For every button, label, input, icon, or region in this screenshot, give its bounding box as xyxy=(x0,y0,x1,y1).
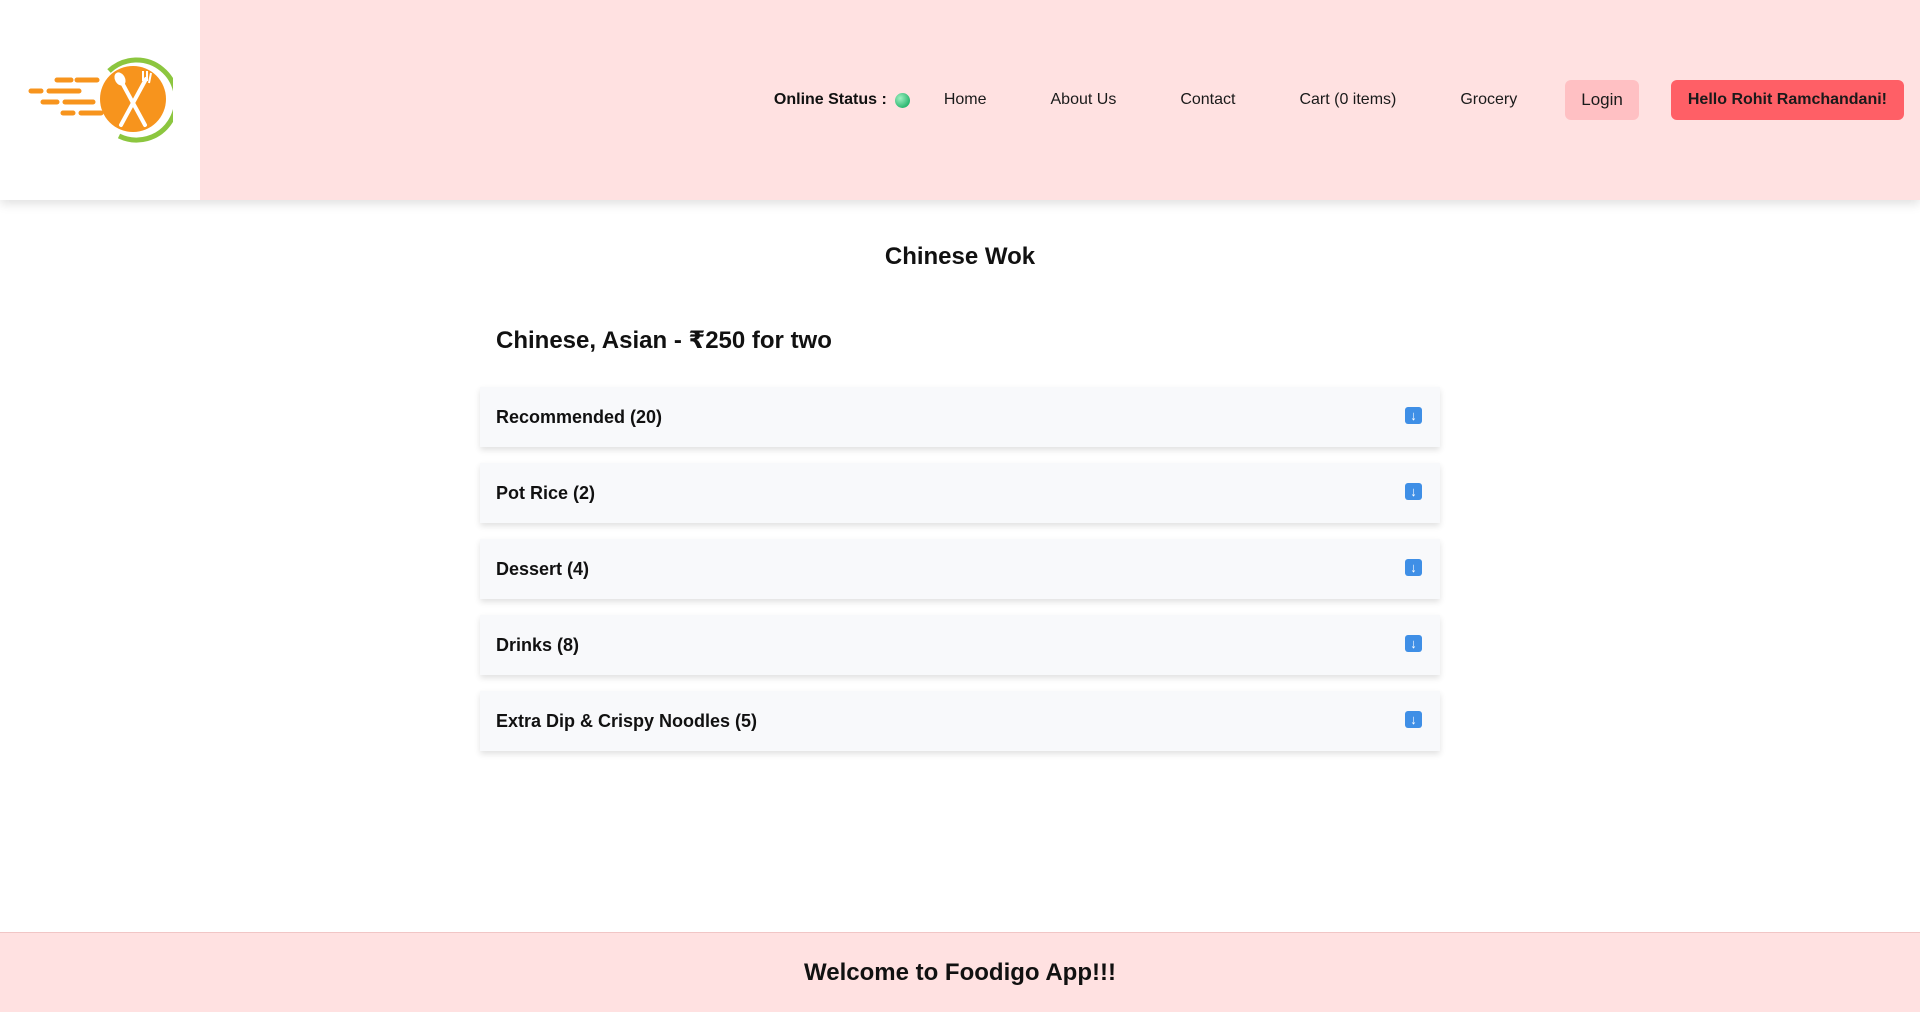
category-pot-rice[interactable]: Pot Rice (2) ↓ xyxy=(480,463,1440,523)
nav-contact[interactable]: Contact xyxy=(1180,91,1235,109)
category-label: Recommended (20) xyxy=(496,406,663,427)
down-arrow-icon[interactable]: ↓ xyxy=(1405,710,1422,728)
category-label: Extra Dip & Crispy Noodles (5) xyxy=(496,710,758,731)
online-status-label: Online Status : xyxy=(773,91,887,108)
nav-cart[interactable]: Cart (0 items) xyxy=(1299,91,1396,109)
down-arrow-icon[interactable]: ↓ xyxy=(1405,482,1422,500)
footer-welcome-text: Welcome to Foodigo App!!! xyxy=(804,958,1116,986)
footer: Welcome to Foodigo App!!! xyxy=(0,932,1920,1012)
nav-about-us[interactable]: About Us xyxy=(1051,91,1117,109)
down-arrow-icon[interactable]: ↓ xyxy=(1405,634,1422,652)
header: Online Status : Home About Us Contact Ca… xyxy=(0,0,1920,200)
category-label: Dessert (4) xyxy=(496,558,590,579)
restaurant-name: Chinese Wok xyxy=(884,243,1036,270)
nav-home[interactable]: Home xyxy=(944,91,987,109)
nav-grocery[interactable]: Grocery xyxy=(1460,91,1517,109)
category-dessert[interactable]: Dessert (4) ↓ xyxy=(480,539,1440,599)
main-nav: Online Status : Home About Us Contact Ca… xyxy=(774,0,1904,200)
fast-delivery-fork-spoon-logo-icon xyxy=(28,57,173,143)
category-extra-dip[interactable]: Extra Dip & Crispy Noodles (5) ↓ xyxy=(480,691,1440,751)
category-recommended[interactable]: Recommended (20) ↓ xyxy=(480,387,1440,447)
login-button[interactable]: Login xyxy=(1565,80,1639,120)
online-status-dot-icon xyxy=(894,92,910,108)
cuisine-price: Chinese, Asian - ₹250 for two xyxy=(496,327,832,354)
logo[interactable] xyxy=(0,0,200,200)
down-arrow-icon[interactable]: ↓ xyxy=(1405,406,1422,424)
down-arrow-icon[interactable]: ↓ xyxy=(1405,558,1422,576)
user-greeting-button[interactable]: Hello Rohit Ramchandani! xyxy=(1670,80,1904,120)
category-label: Drinks (8) xyxy=(496,634,580,655)
category-label: Pot Rice (2) xyxy=(496,482,596,503)
category-drinks[interactable]: Drinks (8) ↓ xyxy=(480,615,1440,675)
restaurant-menu: Chinese, Asian - ₹250 for two Recommende… xyxy=(480,326,1440,767)
online-status: Online Status : xyxy=(774,91,910,109)
